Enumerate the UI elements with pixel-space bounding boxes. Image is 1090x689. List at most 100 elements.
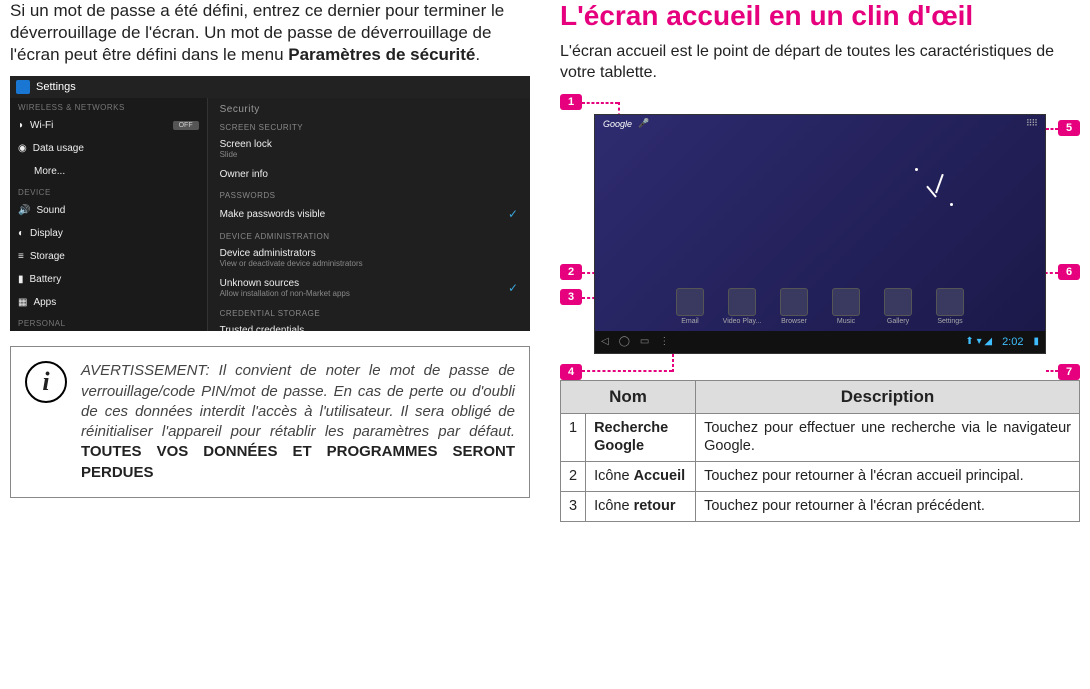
battery-status-icon: ▮ [1033,336,1039,347]
battery-icon: ▮ [18,274,24,285]
dock-settings[interactable]: Settings [929,288,971,325]
intro-bold: Paramètres de sécurité [288,45,475,64]
row-nom: Icône Accueil [586,462,696,492]
dock-browser[interactable]: Browser [773,288,815,325]
nav-header-device: DEVICE [10,183,207,199]
status-time: 2:02 [1002,336,1023,348]
item-unknown-sources[interactable]: Unknown sources Allow installation of no… [208,273,530,303]
callout-1: 1 [560,94,582,110]
tablet-dock: Email Video Play... Browser Music Galler… [595,284,1045,331]
dock-video[interactable]: Video Play... [721,288,763,325]
nav-apps[interactable]: ▦Apps [10,291,207,314]
dock-email[interactable]: Email [669,288,711,325]
wifi-icon: ◗ [18,120,24,131]
home-icon[interactable]: ◯ [619,336,630,347]
nav-data[interactable]: ◉ Data usage [10,137,207,160]
music-icon [832,288,860,316]
mic-icon[interactable]: 🎤 [638,118,649,129]
item-trusted[interactable]: Trusted credentials Display trusted CA c… [208,320,530,331]
tablet-search-bar[interactable]: Google 🎤 ⠿⠿ [595,115,1045,133]
row-nom: Recherche Google [586,413,696,462]
row-number: 1 [561,413,586,462]
checkmark-icon: ✓ [508,207,518,221]
th-nom: Nom [561,380,696,413]
tablet-navbar: ◁ ◯ ▭ ⋮ ⬆ ▾ ◢ 2:02 ▮ [595,331,1045,353]
nav-storage[interactable]: ≡Storage [10,245,207,268]
nav-wifi[interactable]: ◗ Wi-Fi OFF [10,114,207,137]
nav-accounts[interactable]: ↻Accounts & sync [10,330,207,331]
settings-icon [16,80,30,94]
apps-grid-icon[interactable]: ⠿⠿ [1026,118,1037,129]
section-intro: L'écran accueil est le point de départ d… [560,42,1080,84]
google-logo: Google [603,119,632,129]
email-icon [676,288,704,316]
settings-main-panel: Security SCREEN SECURITY Screen lock Sli… [208,98,530,331]
browser-icon [780,288,808,316]
settings-app-icon [936,288,964,316]
gallery-icon [884,288,912,316]
info-icon: i [25,361,67,403]
row-number: 3 [561,492,586,522]
warning-prefix: AVERTISSEMENT: Il convient de noter le m… [81,362,515,440]
th-desc: Description [696,380,1080,413]
sound-icon: 🔊 [18,205,30,216]
nav-header-personal: PERSONAL [10,314,207,330]
settings-sidebar: WIRELESS & NETWORKS ◗ Wi-Fi OFF ◉ Data u… [10,98,208,331]
dock-gallery[interactable]: Gallery [877,288,919,325]
row-desc: Touchez pour retourner à l'écran accueil… [696,462,1080,492]
section-title: L'écran accueil en un clin d'œil [560,0,1080,32]
recent-icon[interactable]: ▭ [640,336,649,347]
callout-3: 3 [560,289,582,305]
back-icon[interactable]: ◁ [601,336,609,347]
settings-titlebar: Settings [10,76,530,98]
settings-title-text: Settings [36,81,76,93]
nav-sound[interactable]: 🔊Sound [10,199,207,222]
nav-more-label: More... [34,166,65,177]
nav-header-wireless: WIRELESS & NETWORKS [10,98,207,114]
callout-6: 6 [1058,264,1080,280]
header-screen-security: SCREEN SECURITY [208,117,530,134]
intro-end: . [475,45,480,64]
callout-7: 7 [1058,364,1080,380]
nav-data-label: Data usage [33,143,84,154]
menu-icon[interactable]: ⋮ [659,336,669,347]
wifi-toggle[interactable]: OFF [173,121,199,130]
status-icons: ⬆ ▾ ◢ [965,336,992,347]
dock-music[interactable]: Music [825,288,867,325]
row-number: 2 [561,462,586,492]
callout-5: 5 [1058,120,1080,136]
warning-text: AVERTISSEMENT: Il convient de noter le m… [81,361,515,483]
callout-2: 2 [560,264,582,280]
nav-wifi-label: Wi-Fi [30,120,53,131]
checkmark-icon: ✓ [508,281,518,295]
description-table: Nom Description 1Recherche GoogleTouchez… [560,380,1080,522]
row-desc: Touchez pour effectuer une recherche via… [696,413,1080,462]
nav-display[interactable]: ◐Display [10,222,207,245]
header-device-admin: DEVICE ADMINISTRATION [208,226,530,243]
main-top-label: Security [208,98,530,117]
header-passwords: PASSWORDS [208,185,530,202]
row-nom: Icône retour [586,492,696,522]
row-desc: Touchez pour retourner à l'écran précéde… [696,492,1080,522]
settings-screenshot: Settings WIRELESS & NETWORKS ◗ Wi-Fi OFF… [10,76,530,331]
table-row: 2Icône AccueilTouchez pour retourner à l… [561,462,1080,492]
warning-bold: TOUTES VOS DONNÉES ET PROGRAMMES SERONT … [81,443,515,480]
video-icon [728,288,756,316]
apps-icon: ▦ [18,297,27,308]
storage-icon: ≡ [18,251,24,262]
item-pw-visible[interactable]: Make passwords visible ✓ [208,202,530,226]
clock-widget[interactable] [905,163,965,223]
nav-more[interactable]: More... [10,160,207,183]
header-cred-storage: CREDENTIAL STORAGE [208,303,530,320]
item-device-admins[interactable]: Device administrators View or deactivate… [208,243,530,273]
home-screen-preview: 1 2 3 4 5 6 7 Google 🎤 ⠿⠿ [560,94,1080,380]
display-icon: ◐ [18,228,24,239]
tablet-screenshot: Google 🎤 ⠿⠿ Email Video Play... Browser [594,114,1046,354]
table-row: 1Recherche GoogleTouchez pour effectuer … [561,413,1080,462]
left-intro-text: Si un mot de passe a été défini, entrez … [10,0,530,66]
item-screen-lock[interactable]: Screen lock Slide [208,134,530,164]
warning-box: i AVERTISSEMENT: Il convient de noter le… [10,346,530,498]
item-owner-info[interactable]: Owner info [208,164,530,185]
data-icon: ◉ [18,143,27,154]
nav-battery[interactable]: ▮Battery [10,268,207,291]
